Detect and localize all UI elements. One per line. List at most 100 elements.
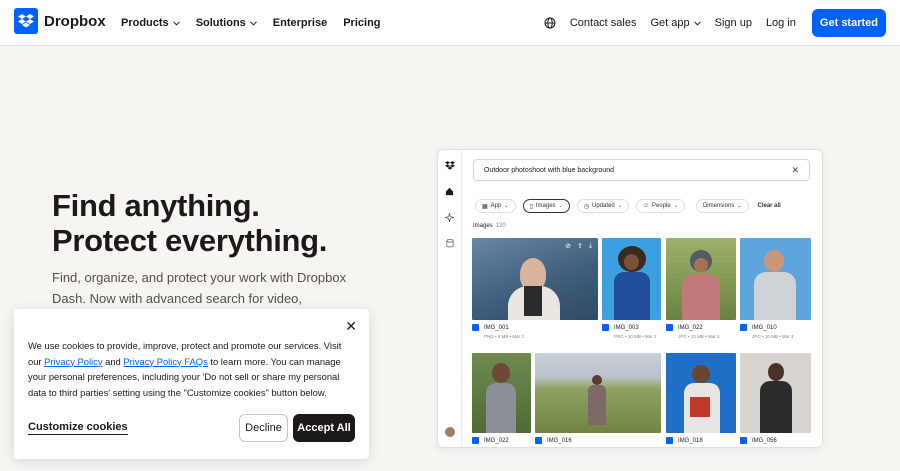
tile-caption: IMG_056 bbox=[740, 437, 777, 444]
image-icon: ▯ bbox=[529, 203, 533, 210]
image-tile: ⊘ ⇪ ⤓ IMG_001 PNG • 8 MB • Mar 2 bbox=[472, 238, 598, 342]
home-icon bbox=[444, 185, 456, 197]
close-icon[interactable]: ✕ bbox=[345, 318, 357, 335]
chevron-down-icon bbox=[693, 20, 701, 26]
tile-filename: IMG_056 bbox=[752, 437, 777, 444]
privacy-policy-link[interactable]: Privacy Policy bbox=[44, 356, 102, 367]
tile-filename: IMG_018 bbox=[678, 437, 703, 444]
nav-pricing[interactable]: Pricing bbox=[343, 17, 380, 29]
close-icon: ✕ bbox=[791, 164, 799, 175]
nav-solutions[interactable]: Solutions bbox=[196, 17, 257, 29]
tile-meta: PNG • 10 MB • Mar 2 bbox=[614, 334, 657, 339]
accept-all-button[interactable]: Accept All bbox=[293, 414, 355, 442]
preview-sidebar bbox=[438, 150, 462, 447]
chevron-down-icon: ⌄ bbox=[737, 203, 742, 209]
chevron-down-icon bbox=[172, 20, 180, 26]
hero-title-line-1: Find anything. bbox=[52, 188, 260, 223]
sparkle-icon bbox=[444, 211, 456, 223]
user-avatar bbox=[445, 427, 455, 437]
people-icon: ☺ bbox=[642, 203, 650, 209]
chevron-down-icon: ⌄ bbox=[504, 203, 509, 209]
tile-caption: IMG_003 bbox=[602, 324, 639, 331]
image-tile: IMG_003 PNG • 10 MB • Mar 2 bbox=[602, 238, 661, 342]
dropbox-box-icon bbox=[14, 8, 38, 34]
download-icon: ⤓ bbox=[588, 242, 592, 249]
tile-filename: IMG_001 bbox=[484, 324, 509, 331]
image-tile: IMG_056 bbox=[740, 353, 811, 447]
dropbox-file-icon bbox=[666, 324, 673, 331]
preview-search-value: Outdoor photoshoot with blue background bbox=[484, 166, 614, 174]
images-section-label: Images 120 bbox=[473, 223, 506, 229]
filter-app: ▦ App ⌄ bbox=[475, 199, 516, 213]
filter-dimensions: Dimensions ⌄ bbox=[695, 199, 749, 213]
filter-updated-label: Updated bbox=[592, 203, 615, 209]
nav-solutions-label: Solutions bbox=[195, 17, 246, 29]
get-started-button[interactable]: Get started bbox=[811, 9, 886, 37]
tile-filename: IMG_022 bbox=[484, 437, 509, 444]
tile-meta: JPG • 10 MB • Mar 3 bbox=[752, 334, 794, 339]
top-navigation: Dropbox Products Solutions Enterprise Pr… bbox=[0, 0, 900, 46]
chevron-down-icon bbox=[249, 20, 257, 26]
tile-caption: IMG_022 bbox=[472, 437, 509, 444]
preview-search-input: Outdoor photoshoot with blue background … bbox=[473, 159, 810, 181]
image-tile: IMG_016 bbox=[535, 353, 661, 447]
filter-images-label: Images bbox=[535, 203, 556, 209]
image-thumbnail: ⊘ ⇪ ⤓ bbox=[472, 238, 598, 320]
dropbox-file-icon bbox=[740, 324, 747, 331]
secondary-nav: Contact sales Get app Sign up Log in Get… bbox=[544, 0, 886, 46]
dropbox-logo[interactable]: Dropbox bbox=[14, 8, 106, 34]
preview-filter-bar: ▦ App ⌄ ▯ Images ⌄ ◷ Updated ⌄ ☺ People … bbox=[475, 199, 781, 213]
dropbox-file-icon bbox=[472, 437, 479, 444]
nav-enterprise[interactable]: Enterprise bbox=[273, 17, 327, 29]
tile-filename: IMG_022 bbox=[678, 324, 703, 331]
image-tile: IMG_022 JPG • 10 MB • Mar 3 bbox=[666, 238, 736, 342]
dash-product-preview: Outdoor photoshoot with blue background … bbox=[437, 149, 823, 448]
chevron-down-icon: ⌄ bbox=[673, 203, 678, 209]
primary-nav: Products Solutions Enterprise Pricing bbox=[121, 0, 397, 46]
cookie-consent-banner: ✕ We use cookies to provide, improve, pr… bbox=[14, 309, 369, 459]
brand-name: Dropbox bbox=[44, 12, 106, 30]
privacy-policy-faqs-link[interactable]: Privacy Policy FAQs bbox=[123, 356, 207, 367]
filter-app-label: App bbox=[490, 203, 502, 209]
tile-caption: IMG_022 bbox=[666, 324, 703, 331]
tile-caption: IMG_018 bbox=[666, 437, 703, 444]
cookie-text-part-2: and bbox=[102, 355, 124, 367]
globe-icon[interactable] bbox=[544, 17, 556, 29]
customize-cookies-link[interactable]: Customize cookies bbox=[28, 421, 128, 435]
tile-caption: IMG_010 bbox=[740, 324, 777, 331]
tile-filename: IMG_010 bbox=[752, 324, 777, 331]
image-tile: IMG_018 bbox=[666, 353, 736, 447]
tile-caption: IMG_001 bbox=[472, 324, 509, 331]
share-icon: ⇪ bbox=[577, 243, 583, 250]
filter-updated: ◷ Updated ⌄ bbox=[576, 199, 629, 213]
tile-filename: IMG_016 bbox=[547, 437, 572, 444]
image-thumbnail bbox=[602, 238, 661, 320]
get-app-menu[interactable]: Get app bbox=[650, 17, 701, 29]
dropbox-file-icon bbox=[472, 324, 479, 331]
dropbox-file-icon bbox=[535, 437, 542, 444]
image-thumbnail bbox=[666, 238, 736, 320]
tile-caption: IMG_016 bbox=[535, 437, 572, 444]
dropbox-file-icon bbox=[602, 324, 609, 331]
nav-products[interactable]: Products bbox=[121, 17, 180, 29]
filter-images: ▯ Images ⌄ bbox=[522, 199, 570, 213]
chevron-down-icon: ⌄ bbox=[558, 203, 563, 209]
sign-up-link[interactable]: Sign up bbox=[715, 17, 752, 29]
tile-meta: PNG • 8 MB • Mar 2 bbox=[484, 334, 524, 339]
contact-sales-link[interactable]: Contact sales bbox=[570, 17, 637, 29]
stack-icon bbox=[444, 237, 456, 249]
filter-dimensions-label: Dimensions bbox=[702, 203, 735, 209]
hero-title-line-2: Protect everything. bbox=[52, 223, 328, 258]
log-in-link[interactable]: Log in bbox=[766, 17, 796, 29]
grid-icon: ▦ bbox=[482, 203, 488, 210]
get-app-label: Get app bbox=[650, 17, 690, 29]
chevron-down-icon: ⌄ bbox=[617, 203, 622, 209]
image-thumbnail bbox=[740, 238, 811, 320]
decline-button[interactable]: Decline bbox=[239, 414, 288, 442]
image-thumbnail bbox=[472, 353, 531, 433]
dropbox-file-icon bbox=[666, 437, 673, 444]
tile-hover-actions: ⊘ ⇪ ⤓ bbox=[565, 242, 592, 250]
image-thumbnail bbox=[535, 353, 661, 433]
image-thumbnail bbox=[666, 353, 736, 433]
clear-all-filters: Clear all bbox=[757, 203, 781, 209]
